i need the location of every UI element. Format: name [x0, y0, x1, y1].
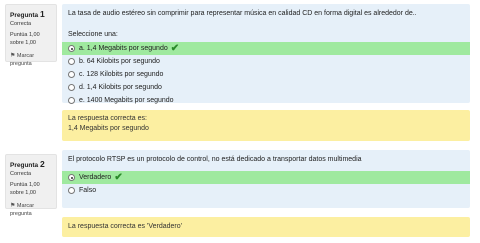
- question-formulation: El protocolo RTSP es un protocolo de con…: [62, 150, 470, 208]
- question-number: Pregunta 1: [10, 9, 45, 19]
- radio-button[interactable]: [68, 97, 75, 104]
- question-grade: Puntúa 1,00 sobre 1,00: [10, 182, 40, 197]
- answer-label: Falso: [79, 187, 97, 194]
- answer-option-false[interactable]: Falso: [62, 184, 470, 197]
- feedback-answer: 1,4 Megabits por segundo: [68, 125, 149, 132]
- question-number: Pregunta 2: [10, 159, 45, 169]
- question-1: Pregunta 1 Correcta Puntúa 1,00 sobre 1,…: [0, 0, 480, 142]
- answer-option-b[interactable]: b. 64 Kilobits por segundo: [62, 55, 470, 68]
- question-info: Pregunta 2 Correcta Puntúa 1,00 sobre 1,…: [5, 154, 57, 217]
- answer-prompt: Seleccione una:: [68, 31, 118, 38]
- answer-list: Verdadero ✔ Falso: [62, 171, 470, 197]
- answer-option-e[interactable]: e. 1400 Megabits por segundo: [62, 94, 470, 107]
- correct-answer-feedback: La respuesta correcta es 'Verdadero': [62, 217, 470, 237]
- radio-button[interactable]: [68, 187, 75, 194]
- feedback-title: La respuesta correcta es:: [68, 115, 147, 122]
- answer-list: a. 1,4 Megabits por segundo ✔ b. 64 Kilo…: [62, 42, 470, 107]
- check-icon: ✔: [114, 172, 123, 183]
- question-text: El protocolo RTSP es un protocolo de con…: [68, 156, 362, 163]
- answer-option-true[interactable]: Verdadero ✔: [62, 171, 470, 184]
- flag-icon: ⚑: [10, 53, 16, 60]
- check-icon: ✔: [170, 43, 180, 54]
- question-state: Correcta: [10, 21, 32, 28]
- answer-label: a. 1,4 Megabits por segundo: [79, 45, 168, 52]
- question-2: Pregunta 2 Correcta Puntúa 1,00 sobre 1,…: [0, 150, 480, 243]
- flag-question-link[interactable]: ⚑ Marcar pregunta: [10, 52, 52, 69]
- radio-button[interactable]: [68, 58, 75, 65]
- answer-label: c. 128 Kilobits por segundo: [79, 71, 164, 78]
- question-text: La tasa de audio estéreo sin comprimir p…: [68, 10, 417, 17]
- answer-label: e. 1400 Megabits por segundo: [79, 97, 174, 104]
- flag-question-link[interactable]: ⚑ Marcar pregunta: [10, 202, 52, 219]
- correct-answer-feedback: La respuesta correcta es: 1,4 Megabits p…: [62, 110, 470, 141]
- radio-button[interactable]: [68, 45, 75, 52]
- question-grade: Puntúa 1,00 sobre 1,00: [10, 32, 40, 47]
- radio-button[interactable]: [68, 84, 75, 91]
- feedback-title: La respuesta correcta es 'Verdadero': [68, 223, 182, 230]
- answer-option-c[interactable]: c. 128 Kilobits por segundo: [62, 68, 470, 81]
- radio-button[interactable]: [68, 174, 75, 181]
- radio-button[interactable]: [68, 71, 75, 78]
- flag-icon: ⚑: [10, 203, 16, 210]
- answer-label: d. 1,4 Kilobits por segundo: [79, 84, 162, 91]
- answer-label: b. 64 Kilobits por segundo: [79, 58, 160, 65]
- answer-option-a[interactable]: a. 1,4 Megabits por segundo ✔: [62, 42, 470, 55]
- question-info: Pregunta 1 Correcta Puntúa 1,00 sobre 1,…: [5, 4, 57, 67]
- answer-option-d[interactable]: d. 1,4 Kilobits por segundo: [62, 81, 470, 94]
- answer-label: Verdadero: [79, 174, 112, 181]
- question-formulation: La tasa de audio estéreo sin comprimir p…: [62, 4, 470, 104]
- question-state: Correcta: [10, 171, 32, 178]
